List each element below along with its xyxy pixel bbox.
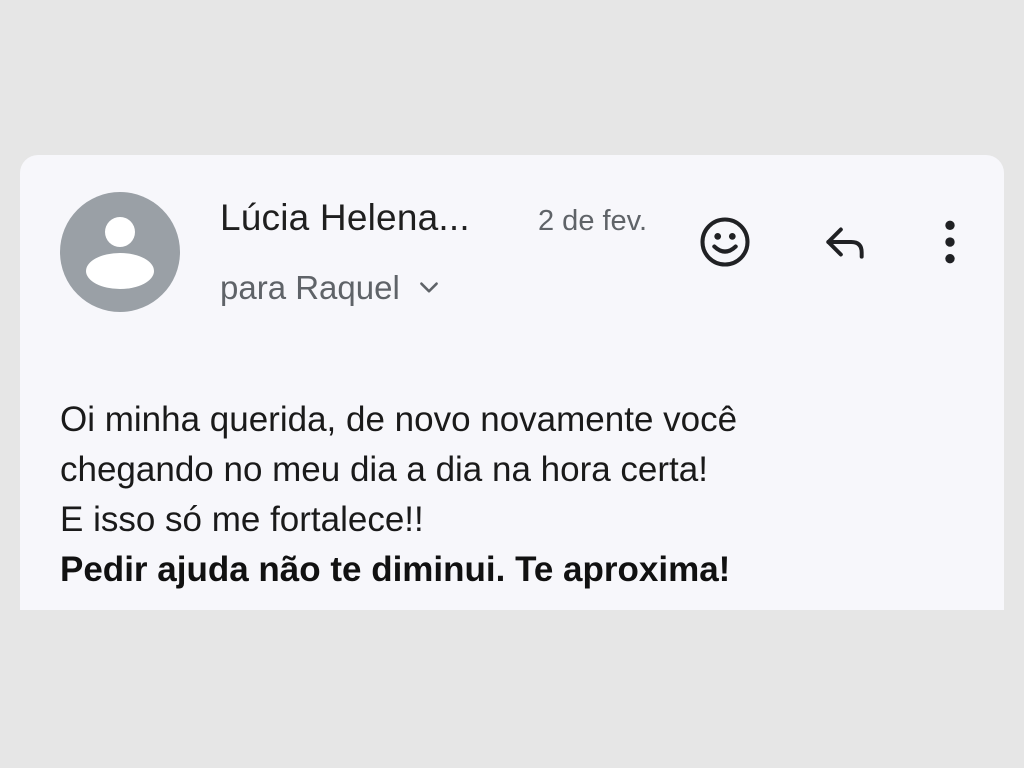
- recipient-details-toggle[interactable]: para Raquel: [220, 269, 442, 307]
- recipient-label: para Raquel: [220, 269, 400, 306]
- reply-button[interactable]: [815, 212, 875, 272]
- reply-icon: [826, 227, 864, 259]
- more-vert-icon: [945, 220, 955, 264]
- add-reaction-button[interactable]: [695, 212, 755, 272]
- chevron-down-icon: [419, 282, 438, 293]
- person-icon: [86, 217, 154, 289]
- smiley-icon: [700, 217, 750, 267]
- email-message-card: Lúcia Helena... 2 de fev. para Raquel Oi…: [20, 155, 1004, 610]
- body-bold-line: Pedir ajuda não te diminui. Te aproxima!: [60, 550, 731, 589]
- sender-name[interactable]: Lúcia Helena...: [220, 197, 470, 239]
- more-options-button[interactable]: [920, 212, 980, 272]
- message-date: 2 de fev.: [538, 205, 648, 237]
- message-body: Oi minha querida, de novo novamente você…: [60, 395, 980, 595]
- body-line: Oi minha querida, de novo novamente você: [60, 400, 738, 439]
- body-line: chegando no meu dia a dia na hora certa!: [60, 450, 708, 489]
- body-line: E isso só me fortalece!!: [60, 500, 424, 539]
- sender-avatar[interactable]: [60, 192, 180, 312]
